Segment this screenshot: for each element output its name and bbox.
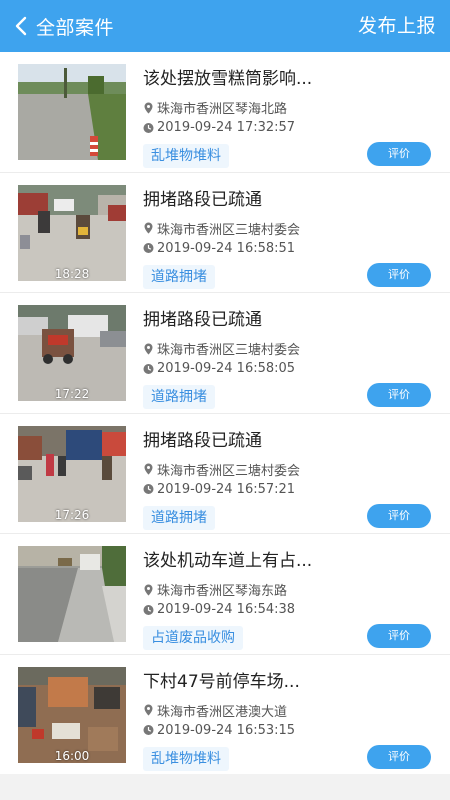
location-pin-icon — [144, 584, 153, 596]
case-time: 2019-09-24 17:32:57 — [143, 120, 295, 135]
case-time: 2019-09-24 16:57:21 — [143, 482, 295, 497]
category-tag: 道路拥堵 — [143, 505, 215, 530]
case-location-text: 珠海市香洲区三塘村委会 — [157, 222, 301, 238]
case-item[interactable]: 18:28 拥堵路段已疏通 珠海市香洲区三塘村委会 2019-09-24 16:… — [0, 173, 450, 294]
case-title: 拥堵路段已疏通 — [143, 310, 262, 331]
case-location: 珠海市香洲区三塘村委会 — [143, 339, 300, 358]
clock-icon — [143, 484, 154, 495]
case-title: 下村47号前停车场... — [143, 671, 300, 692]
case-time-text: 2019-09-24 16:57:21 — [157, 481, 296, 497]
page-title: 全部案件 — [36, 16, 115, 39]
case-location-text: 珠海市香洲区琴海北路 — [157, 102, 288, 117]
clock-icon — [143, 725, 154, 736]
case-photo[interactable] — [18, 546, 126, 643]
category-tag: 乱堆物堆料 — [143, 746, 229, 771]
case-time: 2019-09-24 16:58:05 — [143, 361, 295, 376]
case-time-text: 2019-09-24 16:54:38 — [157, 602, 296, 618]
rate-button[interactable]: 评价 — [367, 383, 431, 408]
case-location-text: 珠海市香洲区三塘村委会 — [157, 343, 301, 359]
video-duration: 16:00 — [54, 748, 90, 763]
case-item[interactable]: 该处摆放雪糕筒影响... 珠海市香洲区琴海北路 2019-09-24 17:32… — [0, 52, 450, 173]
case-time: 2019-09-24 16:54:38 — [143, 602, 295, 617]
case-location: 珠海市香洲区三塘村委会 — [143, 219, 300, 238]
case-time-text: 2019-09-24 16:58:51 — [157, 240, 296, 256]
location-pin-icon — [144, 102, 153, 113]
video-duration: 18:28 — [54, 266, 90, 281]
category-tag: 乱堆物堆料 — [143, 144, 229, 168]
publish-report-button[interactable]: 发布上报 — [358, 0, 436, 52]
location-pin-icon — [144, 222, 153, 234]
top-bar: 全部案件 发布上报 — [0, 0, 450, 52]
case-time-text: 2019-09-24 16:58:05 — [157, 361, 296, 377]
rate-button[interactable]: 评价 — [367, 142, 431, 166]
location-pin-icon — [144, 704, 153, 716]
case-location-text: 珠海市香洲区港澳大道 — [157, 704, 288, 720]
case-location: 珠海市香洲区港澳大道 — [143, 701, 287, 720]
case-title: 该处摆放雪糕筒影响... — [143, 69, 313, 89]
case-location-text: 珠海市香洲区三塘村委会 — [157, 463, 301, 479]
case-location-text: 珠海市香洲区琴海东路 — [157, 584, 288, 600]
clock-icon — [143, 243, 154, 254]
clock-icon — [143, 122, 154, 133]
case-time: 2019-09-24 16:58:51 — [143, 241, 295, 256]
case-photo[interactable]: 17:26 — [18, 425, 126, 522]
video-duration: 17:22 — [54, 387, 90, 402]
rate-button[interactable]: 评价 — [367, 744, 431, 769]
case-photo[interactable] — [18, 64, 126, 160]
case-photo-image — [18, 546, 126, 643]
rate-button[interactable]: 评价 — [367, 503, 431, 528]
video-duration: 17:26 — [54, 507, 90, 522]
rate-button[interactable]: 评价 — [367, 262, 431, 287]
case-photo[interactable]: 17:22 — [18, 305, 126, 402]
rate-button[interactable]: 评价 — [367, 624, 431, 649]
case-title: 该处机动车道上有占... — [143, 551, 313, 572]
case-location: 珠海市香洲区琴海东路 — [143, 580, 287, 599]
case-list[interactable]: 该处摆放雪糕筒影响... 珠海市香洲区琴海北路 2019-09-24 17:32… — [0, 52, 450, 774]
case-time-text: 2019-09-24 17:32:57 — [157, 120, 296, 135]
category-tag: 道路拥堵 — [143, 264, 215, 289]
case-location: 珠海市香洲区三塘村委会 — [143, 460, 300, 479]
case-list-screen: 全部案件 发布上报 该处摆放雪糕筒影响... 珠海市香洲区琴海北路 2019-0… — [0, 0, 450, 800]
case-title: 拥堵路段已疏通 — [143, 430, 262, 451]
case-item[interactable]: 16:00 下村47号前停车场... 珠海市香洲区港澳大道 2019-09-24… — [0, 655, 450, 774]
category-tag: 占道废品收购 — [143, 626, 243, 651]
case-photo[interactable]: 16:00 — [18, 666, 126, 763]
location-pin-icon — [144, 463, 153, 475]
case-time-text: 2019-09-24 16:53:15 — [157, 722, 296, 738]
case-location: 珠海市香洲区琴海北路 — [143, 98, 287, 117]
case-photo[interactable]: 18:28 — [18, 184, 126, 281]
case-item[interactable]: 17:26 拥堵路段已疏通 珠海市香洲区三塘村委会 2019-09-24 16:… — [0, 414, 450, 535]
case-photo-image — [18, 64, 126, 160]
case-title: 拥堵路段已疏通 — [143, 189, 262, 210]
clock-icon — [143, 363, 154, 374]
clock-icon — [143, 604, 154, 615]
chevron-left-icon — [15, 16, 27, 36]
case-item[interactable]: 该处机动车道上有占... 珠海市香洲区琴海东路 2019-09-24 16:54… — [0, 534, 450, 655]
back-button[interactable]: 全部案件 — [0, 0, 114, 52]
category-tag: 道路拥堵 — [143, 385, 215, 410]
location-pin-icon — [144, 343, 153, 355]
case-item[interactable]: 17:22 拥堵路段已疏通 珠海市香洲区三塘村委会 2019-09-24 16:… — [0, 293, 450, 414]
case-time: 2019-09-24 16:53:15 — [143, 723, 295, 738]
list-footer — [0, 774, 450, 800]
